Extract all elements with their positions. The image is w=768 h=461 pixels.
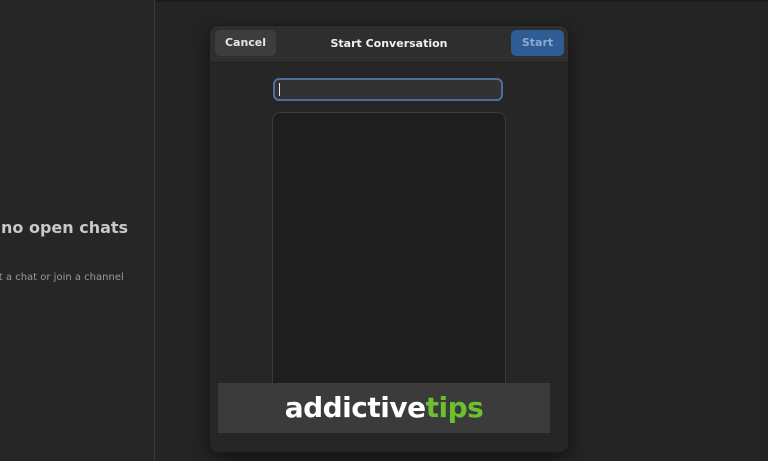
cancel-button[interactable]: Cancel (215, 30, 276, 56)
empty-state-subtitle: to start a chat or join a channel (0, 272, 124, 283)
chat-sidebar: have no open chats to start a chat or jo… (0, 0, 155, 461)
start-button[interactable]: Start (511, 30, 564, 56)
dialog-header: Cancel Start Conversation Start (210, 26, 568, 63)
search-input[interactable] (273, 78, 503, 101)
watermark-logo: addictivetips (218, 383, 550, 433)
app-window: have no open chats to start a chat or jo… (0, 0, 768, 461)
watermark-text-primary: addictive (284, 391, 426, 424)
dialog-title: Start Conversation (330, 37, 448, 50)
empty-state-title: have no open chats (0, 218, 129, 237)
results-list[interactable] (272, 112, 506, 412)
text-cursor (279, 83, 280, 96)
watermark-text-accent: tips (425, 391, 484, 424)
